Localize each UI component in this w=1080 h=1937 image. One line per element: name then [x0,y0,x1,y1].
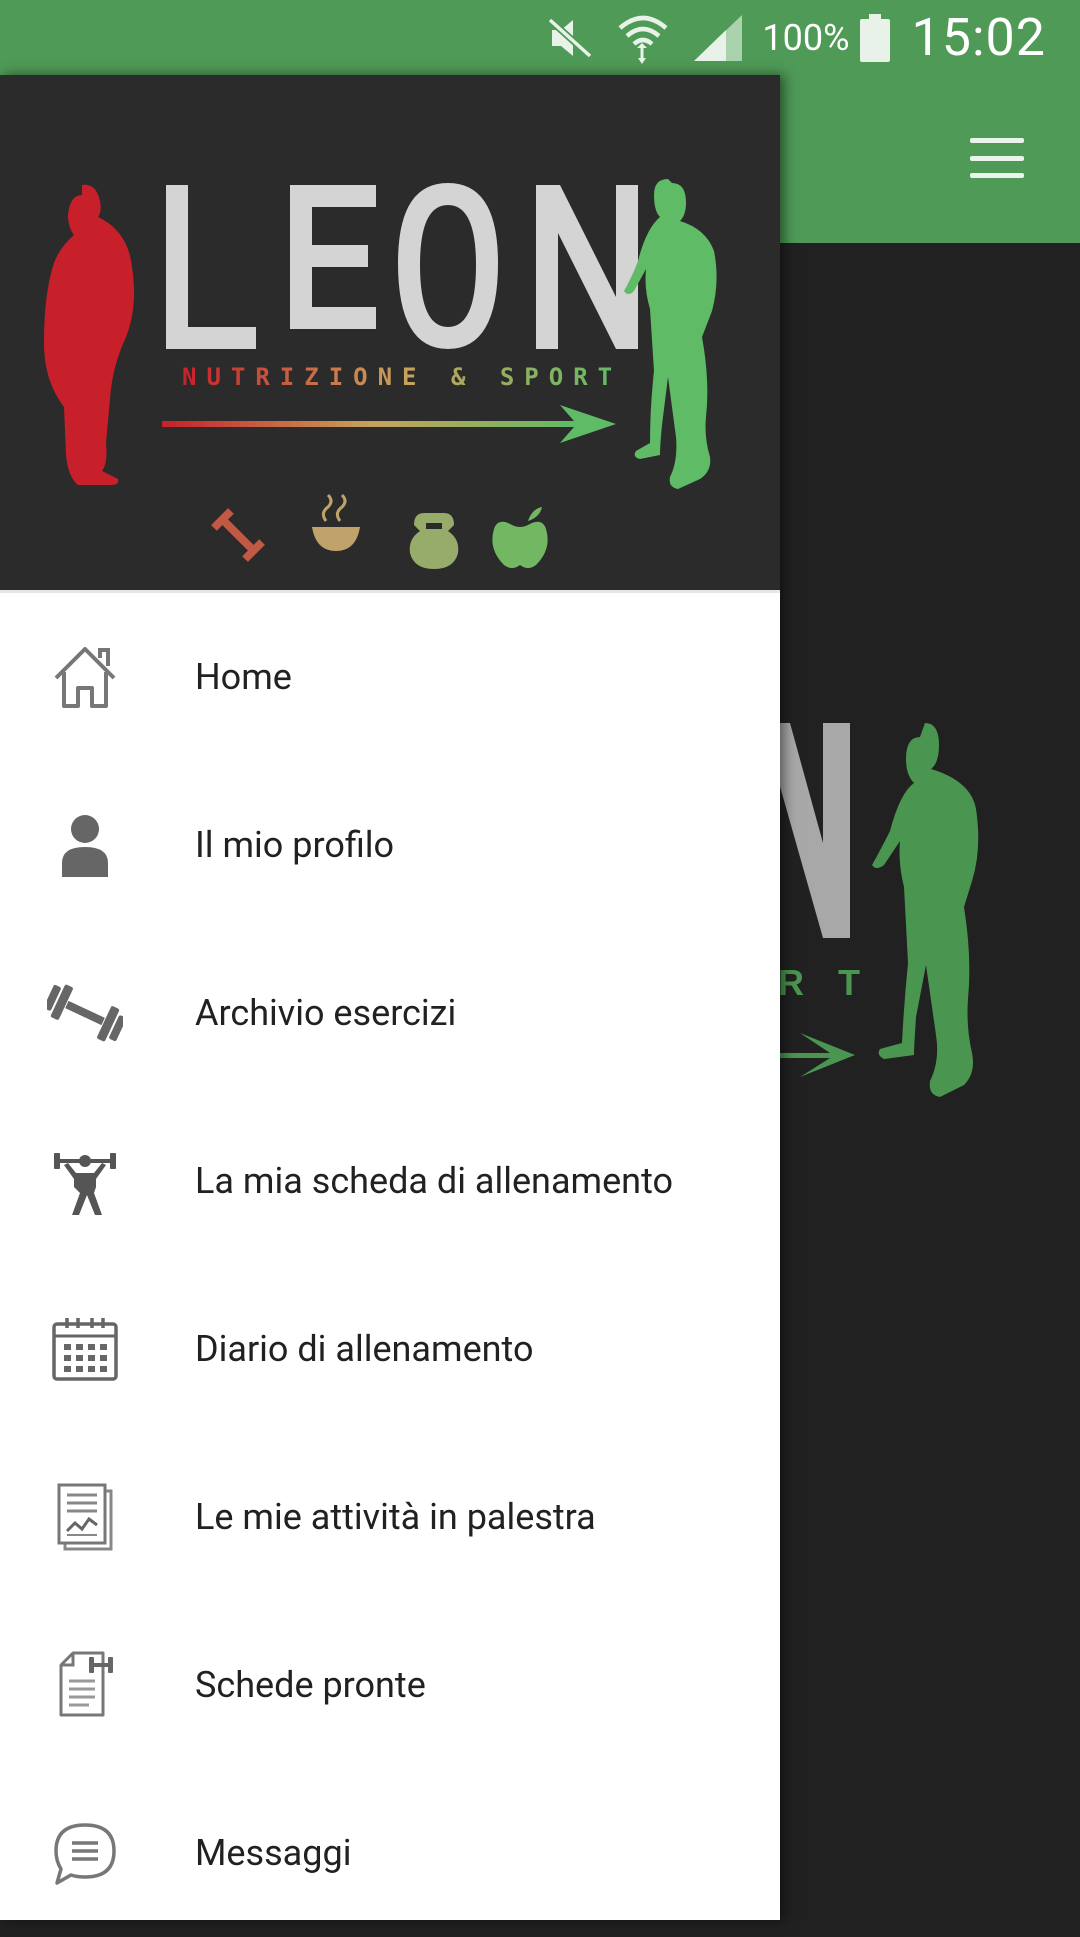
activity-report-icon [40,1472,130,1562]
menu-item-label: Le mie attività in palestra [195,1496,596,1538]
dumbbell-icon [40,968,130,1058]
menu-item-label: Home [195,656,292,698]
leon-logo: NUTRIZIONE & SPORT [44,179,717,569]
drawer-header: NUTRIZIONE & SPORT [0,75,780,590]
battery-percent: 100% [762,16,850,59]
menu-item-training-plan[interactable]: La mia scheda di allenamento [0,1097,780,1265]
signal-icon [692,13,744,63]
logo-tagline: NUTRIZIONE & SPORT [182,363,622,391]
menu-item-ready-plans[interactable]: Schede pronte [0,1601,780,1769]
weightlifter-icon [40,1136,130,1226]
menu-item-label: Messaggi [195,1832,352,1874]
menu-item-home[interactable]: Home [0,593,780,761]
menu-item-label: Schede pronte [195,1664,426,1706]
menu-item-messages[interactable]: Messaggi [0,1769,780,1937]
calendar-icon [40,1304,130,1394]
user-profile-icon [40,800,130,890]
menu-item-label: La mia scheda di allenamento [195,1160,674,1202]
drawer-menu: Home Il mio profilo Archivio esercizi La… [0,593,780,1937]
wifi-icon [616,12,670,64]
ready-plan-document-icon [40,1640,130,1730]
menu-item-profile[interactable]: Il mio profilo [0,761,780,929]
hamburger-menu-icon[interactable] [970,138,1024,178]
menu-item-label: Archivio esercizi [195,992,457,1034]
battery-icon [859,13,890,62]
menu-item-label: Il mio profilo [195,824,395,866]
svg-text:R T: R T [778,962,872,1003]
menu-item-gym-activities[interactable]: Le mie attività in palestra [0,1433,780,1601]
navigation-drawer: NUTRIZIONE & SPORT Home Il mio profilo A… [0,75,780,1920]
message-bubble-icon [40,1808,130,1898]
menu-item-label: Diario di allenamento [195,1328,534,1370]
clock: 15:02 [911,7,1046,68]
home-icon [40,632,130,722]
mute-icon [546,16,594,60]
status-bar: 100% 15:02 [0,0,1080,75]
menu-item-training-diary[interactable]: Diario di allenamento [0,1265,780,1433]
menu-item-exercise-archive[interactable]: Archivio esercizi [0,929,780,1097]
